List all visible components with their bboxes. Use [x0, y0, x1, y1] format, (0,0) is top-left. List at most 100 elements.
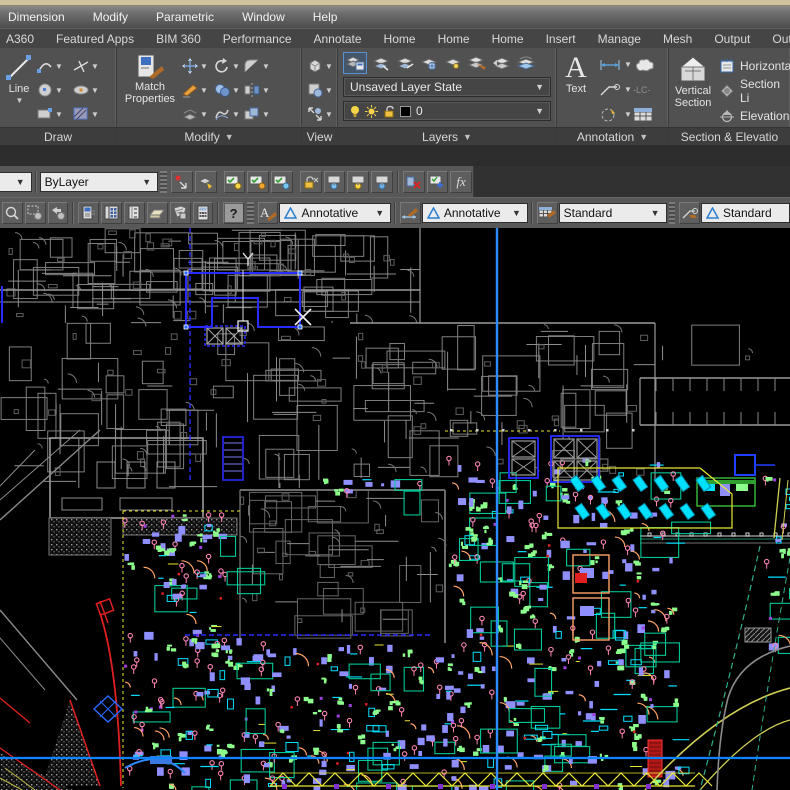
layer-combo[interactable]: 0 ▼ [343, 101, 551, 121]
text-tool-button[interactable]: A Text [559, 50, 593, 95]
table-style-button[interactable] [537, 202, 558, 224]
layer-lock-button[interactable] [300, 171, 322, 193]
layer-lock-icon[interactable] [443, 54, 463, 72]
explode-tool-button[interactable]: ▼ [181, 102, 213, 126]
tab-manage[interactable]: Manage [587, 30, 652, 48]
ellipse-tool-button[interactable]: ▼ [72, 78, 102, 102]
dim-style-combo[interactable]: Annotative▼ [422, 203, 528, 223]
layer-previous-icon[interactable] [491, 54, 511, 72]
make-layer-current-button[interactable] [171, 171, 193, 193]
menu-help[interactable]: Help [299, 7, 352, 27]
edit-polyline-button[interactable]: ▼ [213, 102, 243, 126]
tab-annotate[interactable]: Annotate [303, 30, 373, 48]
quick-calc-button[interactable] [193, 202, 214, 224]
layer-unisolate-icon[interactable] [395, 54, 415, 72]
sheet-set-manager-button[interactable] [147, 202, 168, 224]
layer-properties-button[interactable] [343, 52, 367, 74]
tool-palettes-button[interactable] [124, 202, 145, 224]
leader-tool-button[interactable] [599, 83, 623, 97]
drawing-canvas[interactable] [0, 228, 790, 790]
help-button[interactable]: ? [223, 202, 244, 224]
dimension-style-button[interactable] [400, 202, 421, 224]
pan-zoom-button[interactable]: ▼ [306, 102, 333, 126]
tab-home-1[interactable]: Home [373, 30, 427, 48]
panel-label-layers[interactable]: Layers▼ [338, 127, 556, 145]
circle-tool-button[interactable]: ▼ [36, 78, 66, 102]
layer-freeze-icon[interactable] [419, 54, 439, 72]
chevron-down-icon: ▼ [200, 62, 208, 71]
tab-insert[interactable]: Insert [535, 30, 587, 48]
tab-mesh[interactable]: Mesh [652, 30, 703, 48]
text-style-combo[interactable]: Annotative▼ [279, 203, 391, 223]
chevron-down-icon: ▼ [91, 110, 99, 119]
tab-output-1[interactable]: Output [703, 30, 761, 48]
zoom-previous-button[interactable] [48, 202, 69, 224]
rotate-tool-button[interactable]: ▼ [213, 54, 243, 78]
dimension-tool-button[interactable] [599, 58, 623, 72]
arc-tool-button[interactable]: ▼ [36, 54, 66, 78]
visual-style-button[interactable]: ▼ [306, 78, 333, 102]
panel-label-modify[interactable]: Modify▼ [117, 127, 301, 145]
table-tool-button[interactable] [633, 107, 663, 122]
menu-dimension[interactable]: Dimension [0, 7, 79, 27]
zoom-realtime-button[interactable] [2, 202, 23, 224]
line-tool-button[interactable]: Line ▼ [2, 50, 36, 107]
menu-window[interactable]: Window [228, 7, 299, 27]
layer-update-button[interactable] [195, 171, 217, 193]
chevron-down-icon: ▼ [225, 132, 234, 142]
fillet-tool-button[interactable]: ▼ [243, 54, 273, 78]
annotation-scale-button[interactable] [599, 107, 623, 123]
text-style-button[interactable]: A [258, 202, 279, 224]
tab-home-3[interactable]: Home [481, 30, 535, 48]
elevation-line-button[interactable]: Elevation [719, 108, 790, 124]
horizontal-section-button[interactable]: Horizonta [719, 58, 790, 74]
layer-unisolate-button[interactable] [247, 171, 269, 193]
layer-off-button[interactable] [403, 171, 425, 193]
fx-layer-button[interactable]: fx [450, 171, 472, 193]
xline-tool-button[interactable]: ▼ [72, 54, 102, 78]
layer-delete-icon[interactable] [467, 54, 487, 72]
layer-freeze-button[interactable] [271, 171, 293, 193]
mirror-tool-button[interactable]: ▼ [243, 78, 273, 102]
panel-label-draw[interactable]: Draw [0, 127, 116, 145]
layer-isolate-icon[interactable] [371, 54, 391, 72]
hatch-tool-button[interactable]: ▼ [72, 102, 102, 126]
layer-off-other-button[interactable] [371, 171, 393, 193]
layer-filter-combo[interactable]: ▼ [0, 172, 32, 192]
bylayer-color-combo[interactable]: ByLayer▼ [40, 172, 159, 192]
copy-tool-button[interactable]: ▼ [213, 78, 243, 102]
properties-palette-button[interactable] [78, 202, 99, 224]
multileader-style-button[interactable] [679, 202, 700, 224]
table-style-combo[interactable]: Standard▼ [559, 203, 667, 223]
layer-walk-button[interactable] [324, 171, 346, 193]
view-cube-button[interactable]: ▼ [306, 54, 333, 78]
vertical-section-button[interactable]: Vertical Section [671, 50, 715, 109]
panel-label-annotation[interactable]: Annotation▼ [557, 127, 668, 145]
tab-home-2[interactable]: Home [427, 30, 481, 48]
panel-label-view[interactable]: View [302, 127, 337, 145]
layer-freeze-other-button[interactable] [347, 171, 369, 193]
erase-tool-button[interactable]: ▼ [181, 78, 213, 102]
menu-modify[interactable]: Modify [79, 7, 142, 27]
tab-output-2[interactable]: Output [761, 30, 790, 48]
tab-bim-360[interactable]: BIM 360 [145, 30, 212, 48]
mleader-style-combo[interactable]: Standard [701, 203, 790, 223]
layer-isolate-button[interactable] [224, 171, 246, 193]
markup-set-manager-button[interactable] [170, 202, 191, 224]
layer-settings-button[interactable] [427, 171, 449, 193]
tab-a360[interactable]: A360 [0, 30, 45, 48]
layer-state-combo[interactable]: Unsaved Layer State ▼ [343, 77, 551, 97]
revision-cloud-icon[interactable] [633, 57, 663, 73]
panel-label-section[interactable]: Section & Elevatio [669, 127, 790, 145]
tab-performance[interactable]: Performance [212, 30, 303, 48]
zoom-window-button[interactable] [25, 202, 46, 224]
rectangle-tool-button[interactable]: ▼ [36, 102, 66, 126]
tab-featured-apps[interactable]: Featured Apps [45, 30, 145, 48]
design-center-button[interactable] [101, 202, 122, 224]
section-line-button[interactable]: Section Li [719, 77, 790, 105]
array-tool-button[interactable]: ▼ [243, 102, 273, 126]
menu-parametric[interactable]: Parametric [142, 7, 228, 27]
move-tool-button[interactable]: ▼ [181, 54, 213, 78]
layer-states-icon[interactable] [515, 54, 537, 72]
match-properties-button[interactable]: Match Properties [119, 50, 181, 105]
